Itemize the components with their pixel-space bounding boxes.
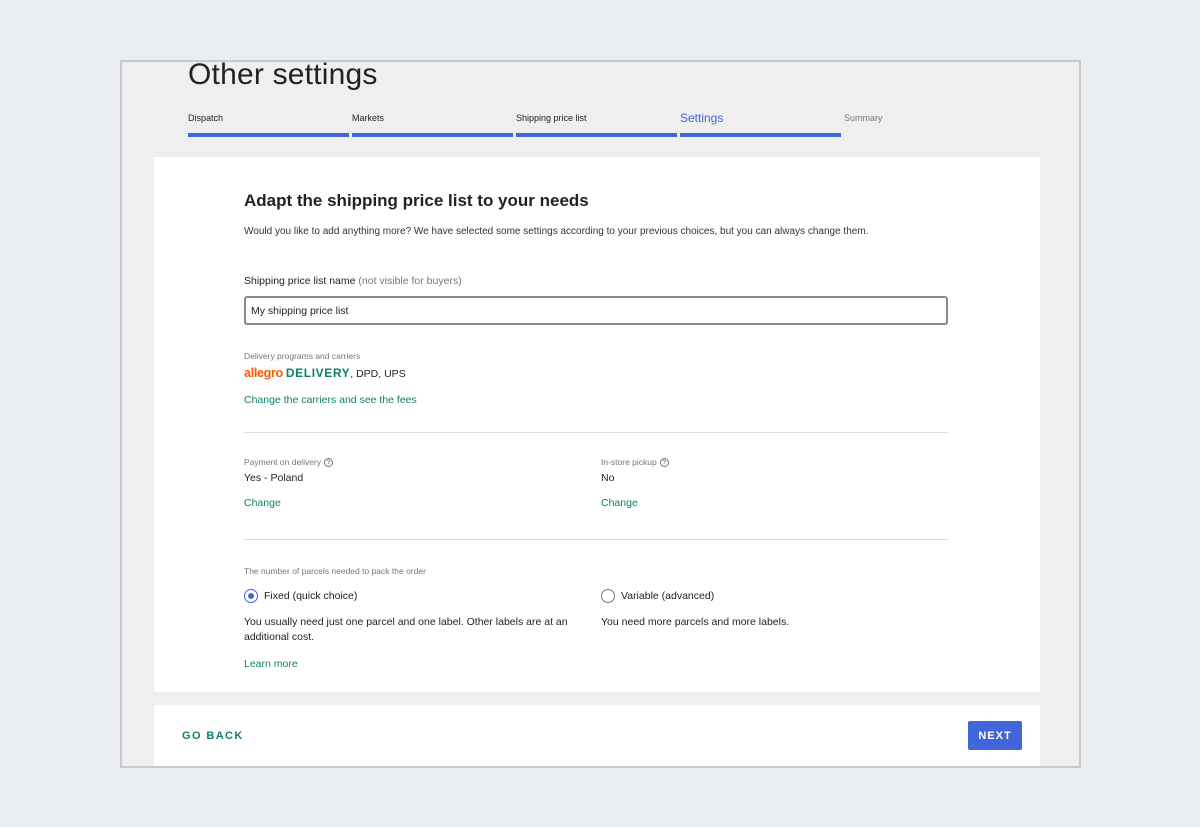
step-progress-bar [188,133,349,137]
in-store-pickup-value: No [601,472,615,484]
other-carriers: , DPD, UPS [350,368,406,380]
step-markets[interactable]: Markets [352,109,513,137]
allegro-logo: allegro [244,366,283,380]
fixed-radio-row[interactable]: Fixed (quick choice) [244,589,584,603]
payment-on-delivery-section: Payment on delivery ? Yes - Poland Chang… [244,457,584,511]
step-progress-bar [680,133,841,137]
step-summary: Summary [844,109,1005,137]
step-progress-bar [352,133,513,137]
carriers-list: allegro DELIVERY , DPD, UPS [244,366,406,382]
parcels-count-label: The number of parcels needed to pack the… [244,566,426,576]
variable-description: You need more parcels and more labels. [601,616,790,628]
parcels-fixed-option: Fixed (quick choice) You usually need ju… [244,589,584,672]
fixed-description: You usually need just one parcel and one… [244,616,568,643]
change-carriers-link[interactable]: Change the carriers and see the fees [244,394,417,406]
help-icon[interactable]: ? [324,457,334,467]
change-payment-link[interactable]: Change [244,497,281,509]
learn-more-link[interactable]: Learn more [244,658,298,670]
pickup-label-row: In-store pickup ? [601,457,941,467]
footer-bar: GO BACK NEXT [154,705,1040,766]
step-label: Settings [680,111,724,125]
step-settings[interactable]: Settings [680,109,841,137]
delivery-programs-label: Delivery programs and carriers [244,351,361,361]
go-back-button[interactable]: GO BACK [182,730,244,742]
section-intro: Would you like to add anything more? We … [244,226,869,237]
step-label: Dispatch [188,113,224,123]
payment-on-delivery-value: Yes - Poland [244,472,304,484]
stepper: Dispatch Markets Shipping price list Set… [188,109,908,139]
next-button[interactable]: NEXT [968,721,1022,750]
divider [244,539,948,540]
step-dispatch[interactable]: Dispatch [188,109,349,137]
change-pickup-link[interactable]: Change [601,497,638,509]
step-label: Markets [352,113,385,123]
price-list-name-input[interactable] [244,296,948,325]
divider [244,432,948,433]
variable-radio-button[interactable] [601,589,615,603]
help-icon[interactable]: ? [659,457,669,467]
price-list-name-hint: (not visible for buyers) [358,275,462,287]
variable-radio-label: Variable (advanced) [621,590,715,602]
in-store-pickup-label: In-store pickup [601,457,657,467]
fixed-radio-button[interactable] [244,589,258,603]
settings-card: Adapt the shipping price list to your ne… [154,157,1040,692]
payment-on-delivery-label: Payment on delivery [244,457,322,467]
step-shipping-price-list[interactable]: Shipping price list [516,109,677,137]
fixed-radio-label: Fixed (quick choice) [264,590,358,602]
price-list-name-label-text: Shipping price list name [244,275,356,287]
delivery-logo: DELIVERY [285,366,351,380]
step-progress-bar [516,133,677,137]
price-list-name-label: Shipping price list name (not visible fo… [244,275,462,287]
variable-radio-row[interactable]: Variable (advanced) [601,589,941,603]
parcels-variable-option: Variable (advanced) You need more parcel… [601,589,941,630]
step-label: Summary [844,113,883,123]
step-label: Shipping price list [516,113,587,123]
page-title: Other settings [188,60,378,91]
in-store-pickup-section: In-store pickup ? No Change [601,457,941,511]
section-heading: Adapt the shipping price list to your ne… [244,191,589,210]
wizard-frame: Other settings Dispatch Markets Shipping… [120,60,1081,768]
payment-label-row: Payment on delivery ? [244,457,584,467]
